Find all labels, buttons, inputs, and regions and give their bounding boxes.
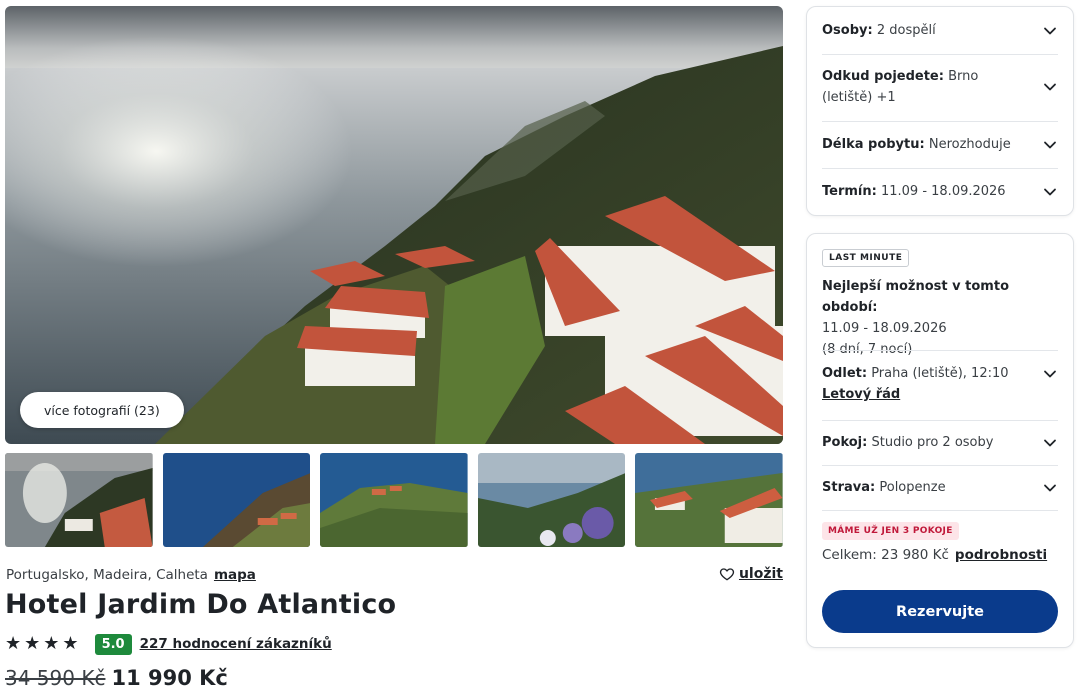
rating-row: ★ ★ ★ ★ 5.0 227 hodnocení zákazníků [5,633,332,655]
more-photos-button[interactable]: více fotografií (23) [20,392,184,428]
last-minute-badge: LAST MINUTE [822,249,910,267]
best-option: Nejlepší možnost v tomto období: 11.09 -… [822,276,1058,360]
thumbnail-3[interactable] [320,453,468,547]
hotel-name: Hotel Jardim Do Atlantico [5,589,397,620]
best-option-dates: 11.09 - 18.09.2026 [822,321,947,336]
rooms-left-badge: MÁME UŽ JEN 3 POKOJE [822,522,959,540]
reviews-link[interactable]: 227 hodnocení zákazníků [140,636,332,652]
divider [822,121,1058,122]
thumbnail-image [477,453,626,547]
chevron-down-icon [1044,83,1056,91]
hotel-location: Portugalsko, Madeira, Calheta mapa [6,567,256,583]
details-link[interactable]: podrobnosti [955,547,1047,563]
main-photo-image [5,6,783,444]
divider [822,510,1058,511]
save-label: uložit [738,566,783,582]
flight-text: Odlet: Praha (letiště), 12:10 Letový řád [822,363,1009,405]
filter-departure[interactable]: Odkud pojedete: Brno (letiště) +1 [822,66,1058,108]
star-icon: ★ [43,633,60,654]
star-rating: ★ ★ ★ ★ [5,635,79,653]
location-text: Portugalsko, Madeira, Calheta [6,567,208,583]
flight-schedule-link[interactable]: Letový řád [822,384,1009,405]
thumbnail-5[interactable] [635,453,783,547]
thumbnail-image [5,453,153,547]
price-row: 34 590 Kč 11 990 Kč [5,666,228,690]
best-option-label: Nejlepší možnost v tomto období: [822,279,1009,315]
thumbnail-1[interactable] [5,453,153,547]
thumbnail-4[interactable] [477,453,626,547]
total-price: Celkem: 23 980 Kč podrobnosti [822,547,1047,563]
board-text: Strava: Polopenze [822,480,946,495]
star-icon: ★ [5,633,22,654]
chevron-down-icon [1044,370,1056,378]
thumbnail-strip [5,453,783,547]
map-link[interactable]: mapa [214,567,256,583]
board-row[interactable]: Strava: Polopenze [822,477,1058,498]
reserve-button[interactable]: Rezervujte [822,590,1058,633]
thumbnail-2[interactable] [162,453,311,547]
flight-row[interactable]: Odlet: Praha (letiště), 12:10 Letový řád [822,363,1058,405]
total-price-text: Celkem: 23 980 Kč [822,547,949,563]
offer-card: LAST MINUTE Nejlepší možnost v tomto obd… [806,233,1074,648]
filter-length-text: Délka pobytu: Nerozhoduje [822,137,1011,152]
score-badge: 5.0 [94,633,132,655]
heart-icon [719,568,735,581]
filter-persons[interactable]: Osoby: 2 dospělí [822,20,1058,41]
divider [822,350,1058,351]
chevron-down-icon [1044,439,1056,446]
room-row[interactable]: Pokoj: Studio pro 2 osoby [822,432,1058,453]
star-icon: ★ [24,633,41,654]
chevron-down-icon [1044,141,1056,148]
divider [822,168,1058,169]
filter-departure-text: Odkud pojedete: Brno (letiště) +1 [822,69,979,105]
save-button[interactable]: uložit [719,566,783,582]
chevron-down-icon [1044,188,1056,195]
thumbnail-image [320,453,468,547]
new-price: 11 990 Kč [111,666,228,690]
star-icon: ★ [62,633,79,654]
chevron-down-icon [1044,27,1056,34]
divider [822,54,1058,55]
chevron-down-icon [1044,484,1056,491]
divider [822,465,1058,466]
filter-term-text: Termín: 11.09 - 18.09.2026 [822,184,1006,199]
thumbnail-image [162,453,311,547]
thumbnail-image [635,453,783,547]
filter-term[interactable]: Termín: 11.09 - 18.09.2026 [822,181,1058,202]
search-filters-card: Osoby: 2 dospělí Odkud pojedete: Brno (l… [806,6,1074,216]
filter-persons-text: Osoby: 2 dospělí [822,23,936,38]
room-text: Pokoj: Studio pro 2 osoby [822,435,994,450]
main-photo[interactable]: více fotografií (23) [5,6,783,444]
divider [822,420,1058,421]
filter-length[interactable]: Délka pobytu: Nerozhoduje [822,134,1058,155]
old-price: 34 590 Kč [5,666,106,690]
